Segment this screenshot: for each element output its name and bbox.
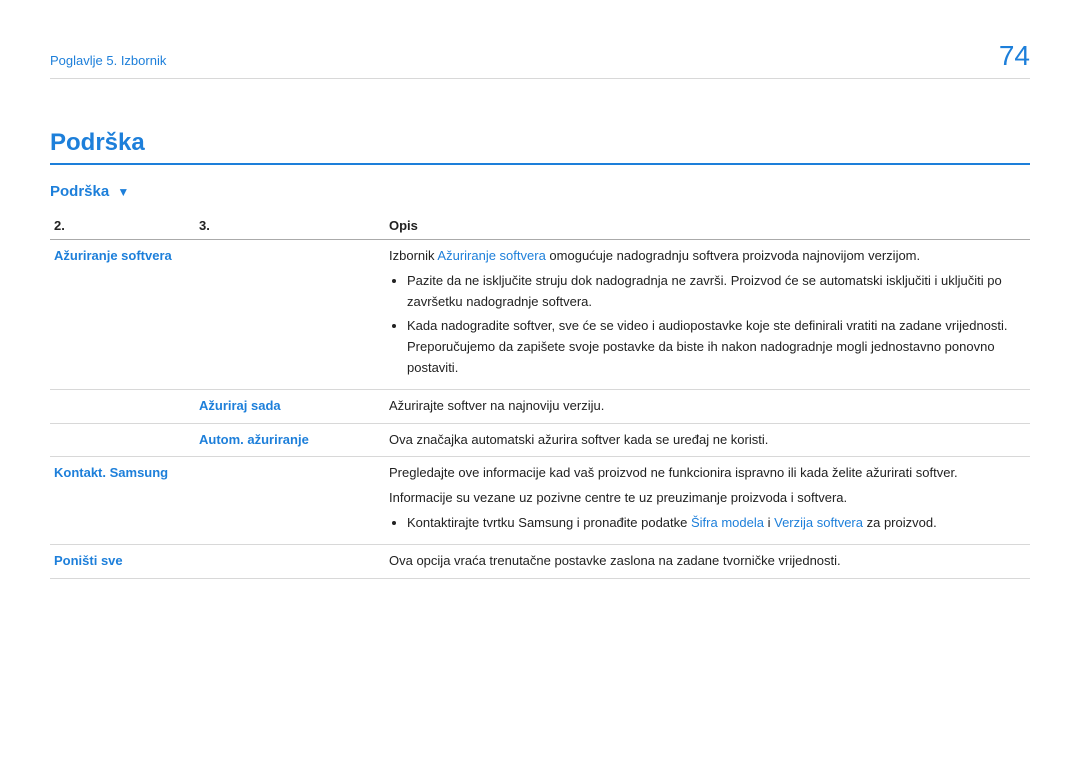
bullet-list: Kontaktirajte tvrtku Samsung i pronađite… <box>389 513 1026 534</box>
bullet-item: Pazite da ne isključite struju dok nadog… <box>407 271 1026 313</box>
bullet-item: Kada nadogradite softver, sve će se vide… <box>407 316 1026 378</box>
text-line: Pregledajte ove informacije kad vaš proi… <box>389 463 1026 484</box>
row-desc: Pregledajte ove informacije kad vaš proi… <box>385 457 1030 544</box>
row-desc: Ažurirajte softver na najnoviju verziju. <box>385 389 1030 423</box>
page-number: 74 <box>999 40 1030 72</box>
row-desc: Ova značajka automatski ažurira softver … <box>385 423 1030 457</box>
text: omogućuje nadogradnju softvera proizvoda… <box>546 248 920 263</box>
document-page: Poglavlje 5. Izbornik 74 Podrška Podrška… <box>0 0 1080 579</box>
table-row: Ažuriraj sada Ažurirajte softver na najn… <box>50 389 1030 423</box>
text-highlight: Verzija softvera <box>774 515 863 530</box>
triangle-down-icon: ▼ <box>117 185 129 199</box>
bullet-list: Pazite da ne isključite struju dok nadog… <box>389 271 1026 379</box>
text: Izbornik <box>389 248 437 263</box>
table-header-3: 3. <box>195 212 385 240</box>
table-header-2: 2. <box>50 212 195 240</box>
row-menu-2: Ažuriranje softvera <box>50 240 195 390</box>
settings-table: 2. 3. Opis Ažuriranje softvera Izbornik … <box>50 212 1030 579</box>
table-header-desc: Opis <box>385 212 1030 240</box>
row-menu-2 <box>50 389 195 423</box>
row-menu-3: Ažuriraj sada <box>195 389 385 423</box>
row-desc: Izbornik Ažuriranje softvera omogućuje n… <box>385 240 1030 390</box>
table-header-row: 2. 3. Opis <box>50 212 1030 240</box>
table-row: Autom. ažuriranje Ova značajka automatsk… <box>50 423 1030 457</box>
table-row: Ažuriranje softvera Izbornik Ažuriranje … <box>50 240 1030 390</box>
page-header: Poglavlje 5. Izbornik 74 <box>50 40 1030 79</box>
text: za proizvod. <box>863 515 937 530</box>
text-line: Informacije su vezane uz pozivne centre … <box>389 488 1026 509</box>
row-menu-2 <box>50 423 195 457</box>
chapter-label: Poglavlje 5. Izbornik <box>50 53 166 68</box>
row-menu-2: Poništi sve <box>50 544 195 578</box>
text-highlight: Šifra modela <box>691 515 764 530</box>
text: i <box>764 515 774 530</box>
subsection-title: Podrška ▼ <box>50 183 1030 200</box>
section-title: Podrška <box>50 129 1030 165</box>
row-menu-2: Kontakt. Samsung <box>50 457 195 544</box>
text-highlight: Ažuriranje softvera <box>437 248 545 263</box>
bullet-item: Kontaktirajte tvrtku Samsung i pronađite… <box>407 513 1026 534</box>
subsection-label: Podrška <box>50 183 109 200</box>
table-row: Kontakt. Samsung Pregledajte ove informa… <box>50 457 1030 544</box>
row-menu-3 <box>195 240 385 390</box>
row-menu-3 <box>195 457 385 544</box>
row-desc: Ova opcija vraća trenutačne postavke zas… <box>385 544 1030 578</box>
row-menu-3: Autom. ažuriranje <box>195 423 385 457</box>
table-row: Poništi sve Ova opcija vraća trenutačne … <box>50 544 1030 578</box>
row-menu-3 <box>195 544 385 578</box>
text: Kontaktirajte tvrtku Samsung i pronađite… <box>407 515 691 530</box>
